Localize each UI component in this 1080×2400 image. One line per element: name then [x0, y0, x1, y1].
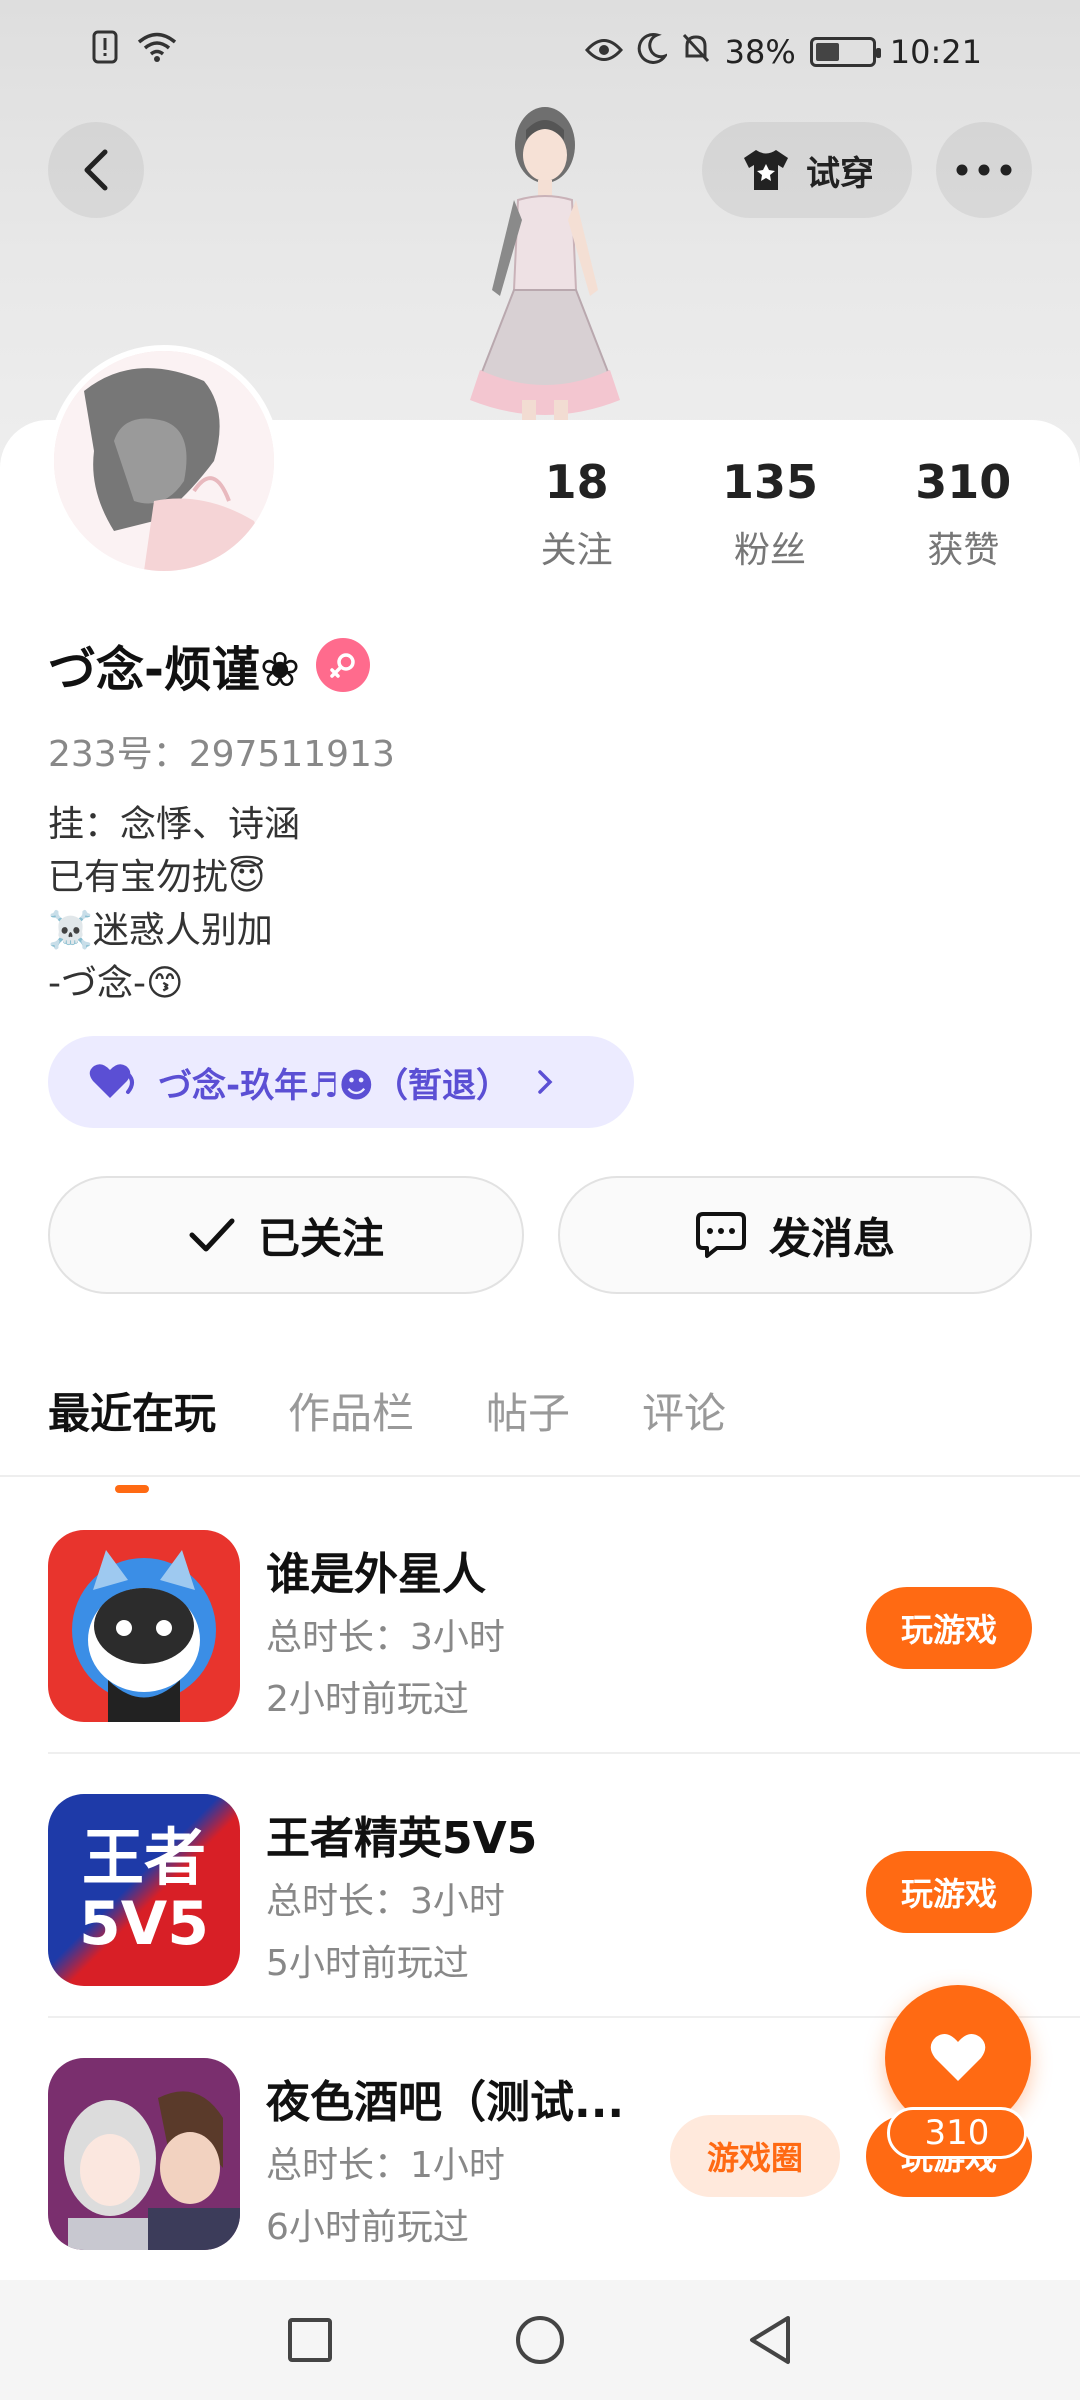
- tab-posts[interactable]: 帖子: [486, 1380, 570, 1441]
- heart-icon: [930, 2033, 986, 2081]
- sim-alert-icon: [92, 30, 118, 72]
- chevron-left-icon: [84, 149, 108, 191]
- game-duration: 总时长：1小时: [266, 2145, 505, 2186]
- stat-label: 获赞: [927, 530, 1000, 571]
- female-gender-icon: [316, 638, 371, 692]
- stat-label: 关注: [540, 530, 613, 571]
- chevron-right-icon: [538, 1070, 553, 1094]
- message-label: 发消息: [768, 1213, 895, 1263]
- avatar-figure: [470, 107, 620, 470]
- more-dots-icon: [956, 164, 1012, 176]
- stat-following[interactable]: 18 关注: [480, 455, 673, 573]
- square-icon: [288, 2318, 332, 2362]
- system-nav-bar: [0, 2280, 1080, 2400]
- user-id: 233号：297511913: [48, 734, 395, 775]
- username: づ念-烦谨❀: [48, 642, 301, 698]
- bio-line: 挂：念悸、诗涵: [48, 804, 301, 845]
- bio-line: 已有宝勿扰😇: [48, 857, 266, 898]
- tab-recently-played[interactable]: 最近在玩: [48, 1380, 216, 1441]
- stat-value: 18: [544, 455, 609, 509]
- heart-icon: [89, 1064, 134, 1098]
- play-game-button[interactable]: 玩游戏: [866, 1851, 1032, 1933]
- play-game-button[interactable]: 玩游戏: [866, 1587, 1032, 1669]
- wifi-icon: [136, 31, 178, 71]
- tab-comments[interactable]: 评论: [642, 1380, 726, 1441]
- tab-divider: [0, 1475, 1080, 1477]
- avatar-image: [54, 351, 274, 571]
- like-count-badge: 310: [887, 2107, 1027, 2159]
- battery-icon: [809, 37, 881, 67]
- try-on-button[interactable]: 试穿: [702, 122, 912, 218]
- game-duration: 总时长：3小时: [266, 1617, 505, 1658]
- game-title: 王者精英5V5: [266, 1813, 538, 1864]
- stat-followers[interactable]: 135 粉丝: [673, 455, 866, 573]
- recent-apps-button[interactable]: [280, 2310, 340, 2370]
- follow-label: 已关注: [257, 1213, 384, 1263]
- username-row: づ念-烦谨❀: [48, 630, 371, 700]
- eye-icon: [584, 33, 623, 71]
- back-button[interactable]: [48, 122, 144, 218]
- profile-stats: 18 关注 135 粉丝 310 获赞: [480, 455, 1060, 573]
- status-bar: 38% 10:21: [0, 0, 1080, 100]
- bio: 挂：念悸、诗涵 已有宝勿扰😇 ☠️迷惑人别加 -づ念-😙: [48, 798, 300, 1010]
- circle-icon: [516, 2316, 564, 2364]
- game-icon-text: 王者: [81, 1821, 206, 1894]
- game-row[interactable]: 谁是外星人 总时长：3小时 2小时前玩过 玩游戏: [0, 1490, 1080, 1754]
- avatar[interactable]: [48, 345, 280, 577]
- checkmark-icon: [189, 1218, 235, 1252]
- profile-tabs: 最近在玩 作品栏 帖子 评论: [48, 1380, 726, 1441]
- chat-bubble-icon: [695, 1212, 746, 1258]
- more-button[interactable]: [936, 122, 1032, 218]
- battery-percent: 38%: [724, 33, 796, 71]
- game-last-played: 2小时前玩过: [266, 1679, 469, 1720]
- stat-likes[interactable]: 310 获赞: [867, 455, 1060, 573]
- clock: 10:21: [889, 33, 982, 71]
- bio-line: -づ念-😙: [48, 963, 184, 1004]
- game-last-played: 6小时前玩过: [266, 2207, 469, 2248]
- stat-value: 310: [915, 455, 1012, 509]
- try-on-label: 试穿: [806, 153, 874, 194]
- game-title: 夜色酒吧（测试...: [266, 2077, 625, 2128]
- relationship-tag[interactable]: づ念-玖年♬☻（暂退）: [48, 1036, 634, 1128]
- home-button[interactable]: [510, 2310, 570, 2370]
- triangle-back-icon: [750, 2316, 790, 2364]
- mute-bell-icon: [681, 32, 711, 72]
- stat-label: 粉丝: [733, 530, 806, 571]
- tshirt-icon: [744, 150, 788, 190]
- follow-button[interactable]: 已关注: [48, 1176, 524, 1294]
- game-circle-button[interactable]: 游戏圈: [670, 2115, 840, 2197]
- game-icon-text: 5V5: [79, 1889, 209, 1959]
- game-row[interactable]: 王者 5V5 王者精英5V5 总时长：3小时 5小时前玩过 玩游戏: [0, 1754, 1080, 2018]
- game-title: 谁是外星人: [266, 1549, 486, 1600]
- game-last-played: 5小时前玩过: [266, 1943, 469, 1984]
- message-button[interactable]: 发消息: [558, 1176, 1032, 1294]
- game-icon-alien: [48, 1530, 240, 1722]
- stat-value: 135: [721, 455, 818, 509]
- moon-icon: [637, 32, 669, 72]
- tab-works[interactable]: 作品栏: [288, 1380, 414, 1441]
- game-icon-5v5: 王者 5V5: [48, 1794, 240, 1986]
- bio-line: ☠️迷惑人别加: [48, 910, 273, 951]
- back-nav-button[interactable]: [740, 2310, 800, 2370]
- tag-label: づ念-玖年♬☻（暂退）: [158, 1065, 511, 1106]
- game-icon-night-bar: [48, 2058, 240, 2250]
- game-duration: 总时长：3小时: [266, 1881, 505, 1922]
